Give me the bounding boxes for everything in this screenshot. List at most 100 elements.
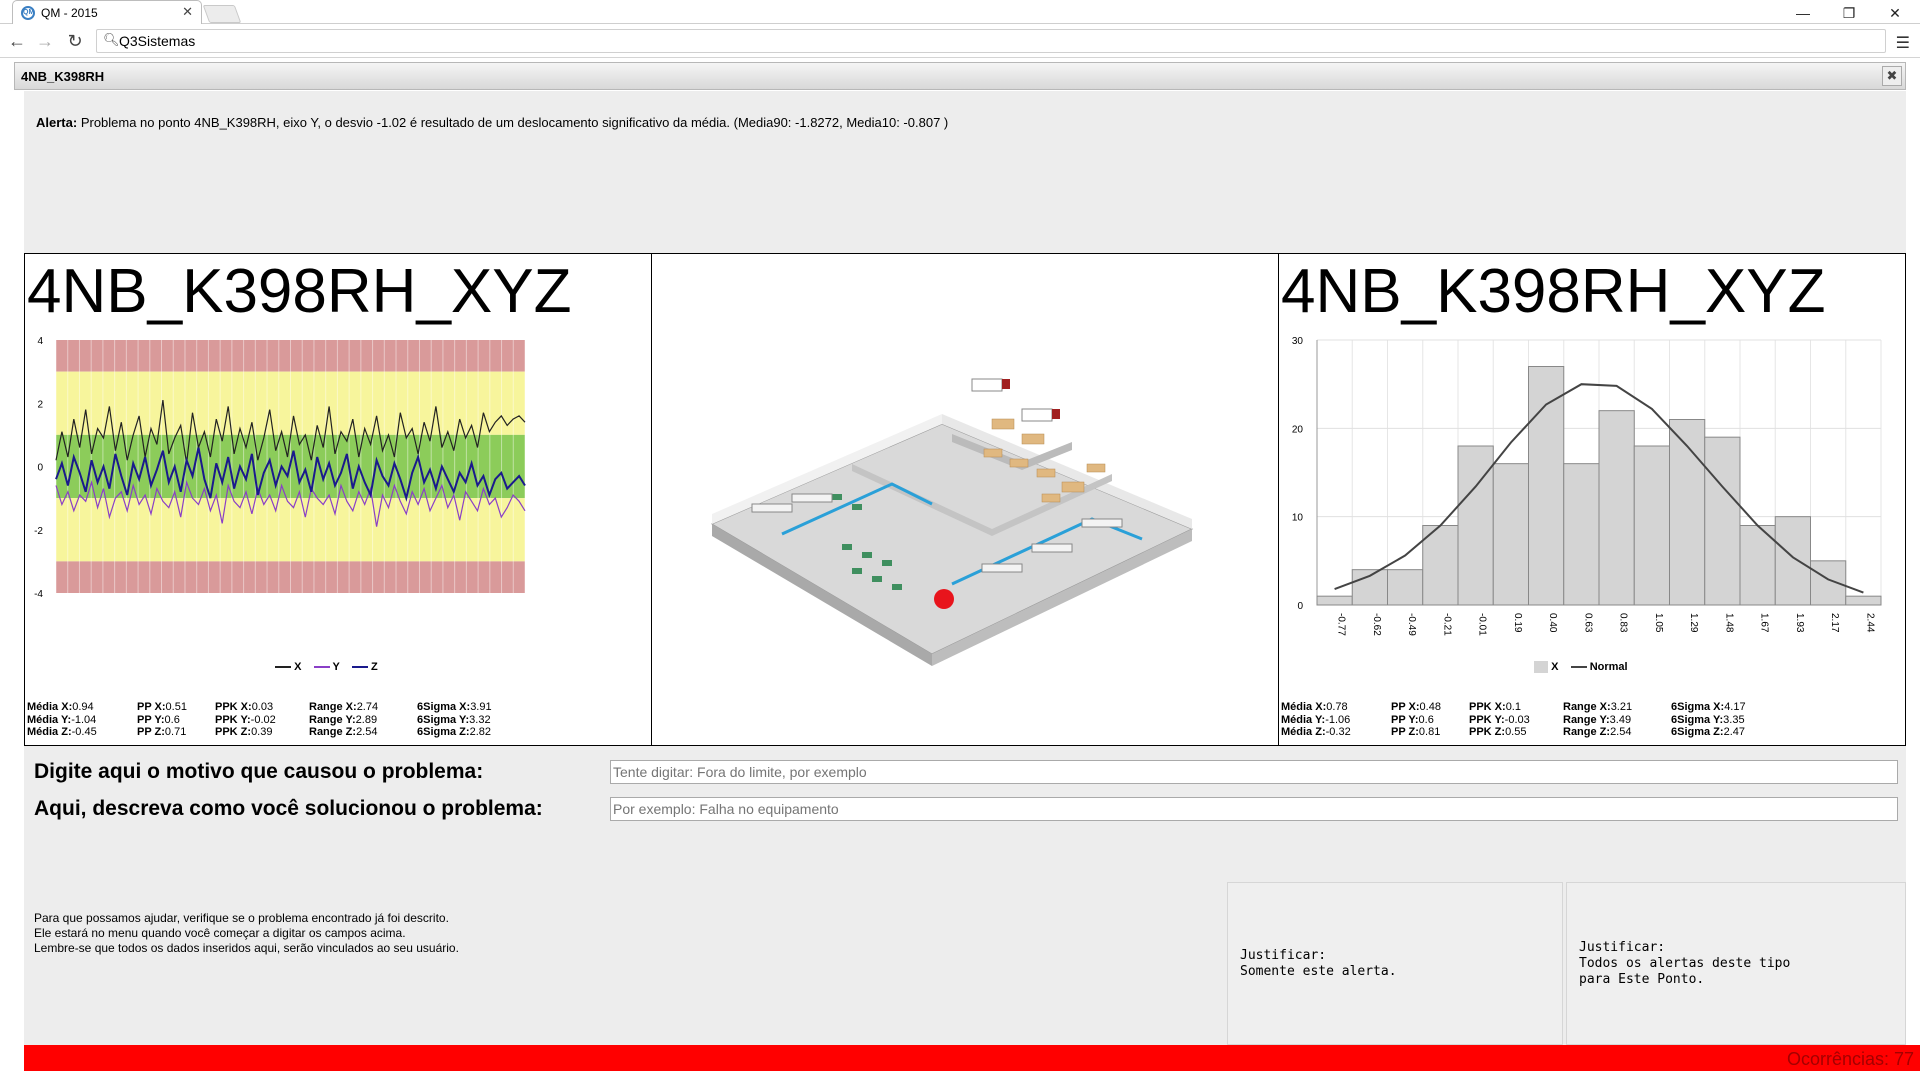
stat-label: PPK Y: [1469,713,1505,726]
legend-z-label: Z [370,661,378,673]
cause-input[interactable] [610,760,1898,784]
new-tab-button[interactable] [202,5,242,23]
stat-value: 2.54 [1610,726,1632,738]
x-tick-label: 0.19 [1512,613,1523,633]
minimize-button[interactable]: — [1780,0,1826,26]
reload-icon[interactable]: ↻ [64,31,86,52]
dialog-close-button[interactable]: ✖ [1882,66,1902,86]
x-tick-label: 1.93 [1794,613,1805,633]
justify-label: Justificar: [1579,940,1666,955]
line-chart-legend: X Y Z [275,661,378,673]
stat-label: 6Sigma Y: [417,713,470,726]
stat-label: PP X: [1391,701,1420,713]
stat-label: PP X: [137,701,166,713]
search-icon: 🔍︎ [103,32,120,47]
y-tick-label: 30 [1292,336,1304,347]
justify-this-alert-button[interactable]: Justificar: Somente este alerta. [1227,882,1563,1045]
menu-icon[interactable]: ☰ [1896,33,1910,53]
occurrence-count: Ocorrências: 77 [1786,1049,1914,1069]
help-text: Para que possamos ajudar, verifique se o… [34,911,459,956]
stat-value: -1.06 [1325,713,1351,726]
x-tick-label: 1.48 [1723,613,1734,633]
browser-toolbar: ← → ↻ 🔍︎ Q3Sistemas ☰ [0,25,1920,58]
stat-label: PPK X: [1469,701,1506,713]
line-chart-title: 4NB_K398RH_XYZ [27,257,572,326]
stat-label: 6Sigma X: [1671,701,1725,713]
help-line: Ele estará no menu quando você começar a… [34,926,406,940]
legend-normal-label: Normal [1589,661,1628,673]
legend-y-label: Y [332,661,340,673]
stat-value: 2.47 [1723,726,1745,738]
x-tick-label: -0.49 [1406,613,1417,636]
stat-value: 2.89 [355,713,378,726]
justify-scope-cont: para Este Ponto. [1579,972,1705,987]
stat-label: PP Y: [1391,713,1419,726]
stat-label: Média Z: [1281,726,1326,738]
stat-label: Range Z: [309,726,357,738]
address-url: Q3Sistemas [119,33,196,49]
legend-y-swatch [313,666,330,669]
stat-value: 2.54 [356,726,378,738]
histogram-bar [1845,595,1882,606]
stat-label: Média X: [1281,701,1327,713]
browser-tab[interactable]: QM QM - 2015 ✕ [12,0,202,24]
occurrence-bar: Ocorrências: 77 [24,1045,1920,1071]
stat-value: 0.1 [1505,701,1521,713]
stat-value: 2.74 [356,701,379,713]
justify-scope: Somente este alerta. [1240,964,1397,979]
histogram-bar [1528,366,1565,606]
restore-button[interactable]: ❐ [1826,0,1872,26]
stat-value: -0.45 [71,726,97,738]
histogram-bar [1492,463,1529,606]
stat-value: -0.32 [1325,726,1351,738]
stat-label: PPK X: [215,701,252,713]
stat-cell: 6Sigma Z:2.82 [417,725,491,740]
stat-value: 4.17 [1724,701,1746,713]
stat-value: 0.6 [1418,713,1434,726]
stat-label: PP Z: [1391,726,1419,738]
stat-label: PP Y: [137,713,165,726]
back-icon[interactable]: ← [6,31,28,52]
y-tick-label: -4 [34,589,43,600]
browser-tab-bar: QM QM - 2015 ✕ — ❐ ✕ [0,0,1920,24]
stat-cell: Range Z:2.54 [1563,725,1631,740]
y-tick-label: 0 [1297,601,1303,612]
x-tick-label: 2.17 [1829,613,1840,633]
x-tick-label: 0.63 [1582,613,1593,633]
histogram-chart: 30 20 10 0 -0.77 -0.62 -0.49 -0.21 -0.01 0.19 0.40… [1292,336,1882,636]
stat-value: -0.03 [1504,713,1530,726]
help-line: Para que possamos ajudar, verifique se o… [34,911,449,925]
justify-label: Justificar: [1240,948,1327,963]
stat-value: -0.02 [250,713,276,726]
y-tick-label: 4 [37,336,43,347]
stat-label: Range X: [309,701,357,713]
y-tick-label: -2 [34,526,43,537]
address-bar[interactable]: 🔍︎ Q3Sistemas [96,29,1886,53]
stat-value: 3.49 [1609,713,1632,726]
histogram-bar [1422,525,1459,606]
stat-label: PPK Z: [215,726,252,738]
solution-input[interactable] [610,797,1898,821]
legend-z-swatch [351,666,368,669]
stat-label: PPK Y: [215,713,251,726]
stat-cell: PP Z:0.71 [137,725,186,740]
histogram-bar [1810,560,1847,606]
justify-all-alerts-button[interactable]: Justificar: Todos os alertas deste tipo … [1566,882,1906,1045]
legend-x-label: X [294,661,302,673]
stat-cell: Range Z:2.54 [309,725,377,740]
stat-cell: Média Z:-0.32 [1281,725,1351,740]
stat-value: 0.03 [251,701,274,713]
forward-icon[interactable]: → [34,31,56,52]
stat-value: 0.55 [1505,726,1527,738]
stat-value: 0.71 [164,726,187,738]
stat-cell: PPK Z:0.39 [215,725,272,740]
stat-label: Range X: [1563,701,1611,713]
x-tick-label: -0.21 [1441,613,1452,636]
histogram-bar [1774,516,1811,606]
stat-label: Média Y: [27,713,72,726]
stat-cell: PP Z:0.81 [1391,725,1440,740]
tab-close-icon[interactable]: ✕ [182,4,193,20]
close-window-button[interactable]: ✕ [1872,0,1918,26]
stat-value: 2.82 [469,726,491,738]
factory-layout-panel [651,253,1279,746]
